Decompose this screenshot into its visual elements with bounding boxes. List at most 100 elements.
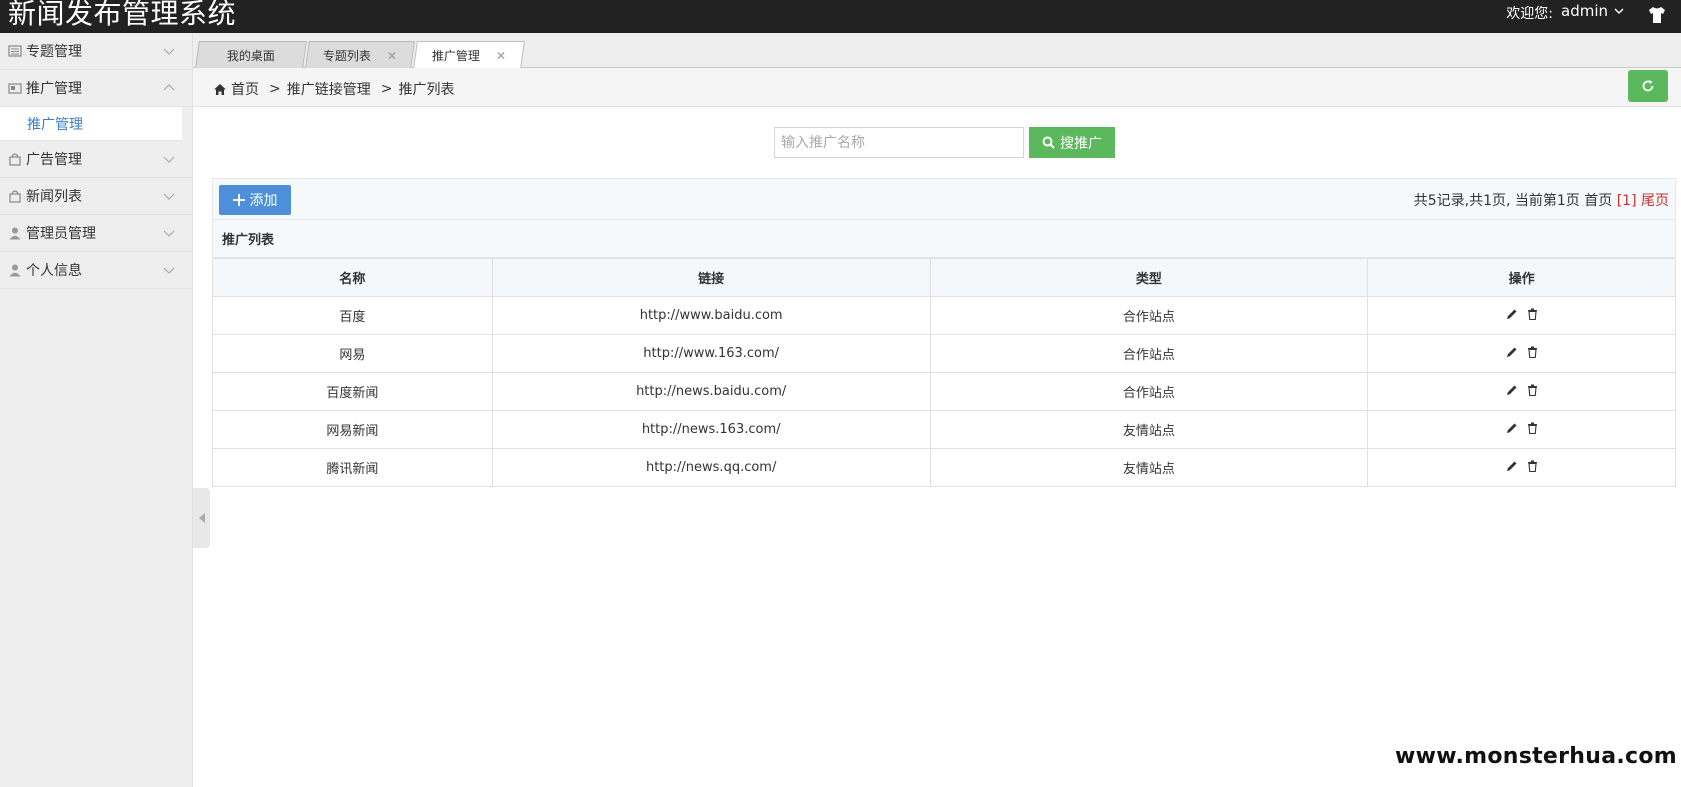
table-row: 腾讯新闻 http://news.qq.com/ 友情站点 bbox=[212, 448, 1676, 487]
chevron-down-icon bbox=[163, 230, 175, 237]
promotion-table: 名称 链接 类型 操作 百度 http://www.baidu.com 合作站点… bbox=[212, 258, 1676, 487]
cell-actions bbox=[1367, 448, 1676, 487]
trash-icon[interactable] bbox=[1527, 460, 1538, 472]
plus-icon bbox=[232, 194, 245, 206]
tab-promotion[interactable]: 推广管理 ✕ bbox=[413, 41, 525, 69]
cell-link: http://www.163.com/ bbox=[491, 334, 931, 373]
person-icon bbox=[9, 264, 21, 277]
edit-icon[interactable] bbox=[1506, 346, 1518, 358]
breadcrumb-separator: > bbox=[380, 81, 393, 97]
close-icon[interactable]: ✕ bbox=[387, 48, 397, 62]
pager-current-page[interactable]: [1] bbox=[1617, 193, 1637, 209]
user-menu[interactable]: admin bbox=[1561, 2, 1625, 20]
edit-icon[interactable] bbox=[1506, 422, 1518, 434]
tshirt-icon[interactable] bbox=[1647, 5, 1667, 25]
top-header: 新闻发布管理系统 欢迎您: admin bbox=[0, 0, 1681, 33]
cell-link: http://news.qq.com/ bbox=[491, 448, 931, 487]
cell-type: 合作站点 bbox=[929, 296, 1369, 335]
sidebar-item-promotion[interactable]: 推广管理 bbox=[0, 70, 192, 107]
tab-desktop[interactable]: 我的桌面 bbox=[195, 41, 307, 68]
cell-actions bbox=[1367, 372, 1676, 411]
sidebar-item-label: 新闻列表 bbox=[26, 189, 82, 205]
pager-summary: 共5记录,共1页, 当前第1页 首页 bbox=[1413, 193, 1613, 209]
cell-actions bbox=[1367, 296, 1676, 335]
cell-link: http://news.163.com/ bbox=[491, 410, 931, 449]
breadcrumb-item[interactable]: 推广链接管理 bbox=[287, 79, 371, 99]
sidebar-item-label: 管理员管理 bbox=[26, 226, 96, 242]
sidebar-item-label: 个人信息 bbox=[26, 263, 82, 279]
search-icon bbox=[1042, 136, 1055, 149]
trash-icon[interactable] bbox=[1527, 422, 1538, 434]
cell-name: 百度 bbox=[212, 296, 493, 335]
caret-left-icon bbox=[198, 513, 205, 523]
tab-label: 我的桌面 bbox=[226, 48, 275, 63]
pager: 共5记录,共1页, 当前第1页 首页 [1] 尾页 bbox=[1414, 190, 1669, 210]
search-input[interactable] bbox=[774, 127, 1024, 158]
toolbar: 添加 共5记录,共1页, 当前第1页 首页 [1] 尾页 bbox=[212, 178, 1676, 220]
sidebar: 专题管理 推广管理 推广管理 广告管理 新闻列表 管理员管理 个人信息 bbox=[0, 33, 193, 787]
refresh-button[interactable] bbox=[1628, 70, 1668, 102]
tab-topic-list[interactable]: 专题列表 ✕ bbox=[305, 41, 415, 68]
table-title: 推广列表 bbox=[212, 220, 1676, 258]
search-button[interactable]: 搜推广 bbox=[1029, 127, 1115, 158]
table-header-row: 名称 链接 类型 操作 bbox=[212, 258, 1676, 297]
edit-icon[interactable] bbox=[1506, 384, 1518, 396]
chevron-down-icon bbox=[163, 156, 175, 163]
cell-type: 友情站点 bbox=[929, 410, 1369, 449]
breadcrumb-bar: 首页 > 推广链接管理 > 推广列表 bbox=[193, 68, 1681, 107]
column-header-actions: 操作 bbox=[1367, 258, 1676, 297]
table-row: 网易 http://www.163.com/ 合作站点 bbox=[212, 334, 1676, 373]
trash-icon[interactable] bbox=[1527, 308, 1538, 320]
tab-label: 专题列表 bbox=[322, 48, 371, 63]
cell-type: 友情站点 bbox=[929, 448, 1369, 487]
table-row: 网易新闻 http://news.163.com/ 友情站点 bbox=[212, 410, 1676, 449]
pager-last-page[interactable]: 尾页 bbox=[1641, 193, 1669, 209]
search-button-label: 搜推广 bbox=[1060, 135, 1102, 152]
chevron-down-icon bbox=[163, 193, 175, 200]
column-header-name: 名称 bbox=[212, 258, 493, 297]
column-header-link: 链接 bbox=[491, 258, 931, 297]
tab-label: 推广管理 bbox=[431, 49, 480, 63]
chevron-down-icon bbox=[163, 267, 175, 274]
card-icon bbox=[8, 83, 22, 94]
tab-bar: 我的桌面 专题列表 ✕ 推广管理 ✕ bbox=[193, 33, 1681, 69]
breadcrumb-separator: > bbox=[269, 81, 281, 97]
sidebar-item-label: 广告管理 bbox=[26, 152, 82, 168]
breadcrumb-item: 推广列表 bbox=[398, 82, 455, 98]
cell-name: 网易 bbox=[212, 334, 493, 373]
table-row: 百度新闻 http://news.baidu.com/ 合作站点 bbox=[212, 372, 1676, 411]
sidebar-item-ads[interactable]: 广告管理 bbox=[0, 141, 192, 178]
trash-icon[interactable] bbox=[1527, 346, 1538, 358]
app-title: 新闻发布管理系统 bbox=[8, 0, 237, 30]
newspaper-icon bbox=[8, 45, 22, 57]
add-button-label: 添加 bbox=[249, 193, 278, 209]
cell-name: 百度新闻 bbox=[212, 372, 493, 411]
trash-icon[interactable] bbox=[1527, 384, 1538, 396]
add-button[interactable]: 添加 bbox=[219, 185, 291, 215]
edit-icon[interactable] bbox=[1506, 308, 1518, 320]
cell-type: 合作站点 bbox=[929, 334, 1369, 373]
welcome-label: 欢迎您: bbox=[1506, 6, 1553, 22]
sidebar-item-label: 推广管理 bbox=[26, 81, 82, 97]
edit-icon[interactable] bbox=[1506, 460, 1518, 472]
cell-link: http://news.baidu.com/ bbox=[491, 372, 931, 411]
sidebar-collapse-handle[interactable] bbox=[193, 488, 210, 548]
breadcrumb-home[interactable]: 首页 bbox=[231, 79, 259, 99]
sidebar-subitem-promotion[interactable]: 推广管理 bbox=[0, 107, 182, 141]
cell-type: 合作站点 bbox=[929, 372, 1369, 411]
username: admin bbox=[1561, 2, 1608, 20]
sidebar-item-label: 专题管理 bbox=[26, 44, 82, 60]
cell-name: 网易新闻 bbox=[212, 410, 493, 449]
person-icon bbox=[9, 227, 21, 240]
sidebar-item-topics[interactable]: 专题管理 bbox=[0, 33, 192, 70]
close-icon[interactable]: ✕ bbox=[496, 49, 506, 63]
bag-icon bbox=[9, 153, 21, 166]
cell-link: http://www.baidu.com bbox=[491, 296, 931, 335]
sidebar-item-profile[interactable]: 个人信息 bbox=[0, 252, 192, 289]
sidebar-item-admins[interactable]: 管理员管理 bbox=[0, 215, 192, 252]
chevron-down-icon bbox=[163, 48, 175, 55]
sidebar-item-news[interactable]: 新闻列表 bbox=[0, 178, 192, 215]
cell-actions bbox=[1367, 334, 1676, 373]
column-header-type: 类型 bbox=[929, 258, 1369, 297]
cell-name: 腾讯新闻 bbox=[212, 448, 493, 487]
